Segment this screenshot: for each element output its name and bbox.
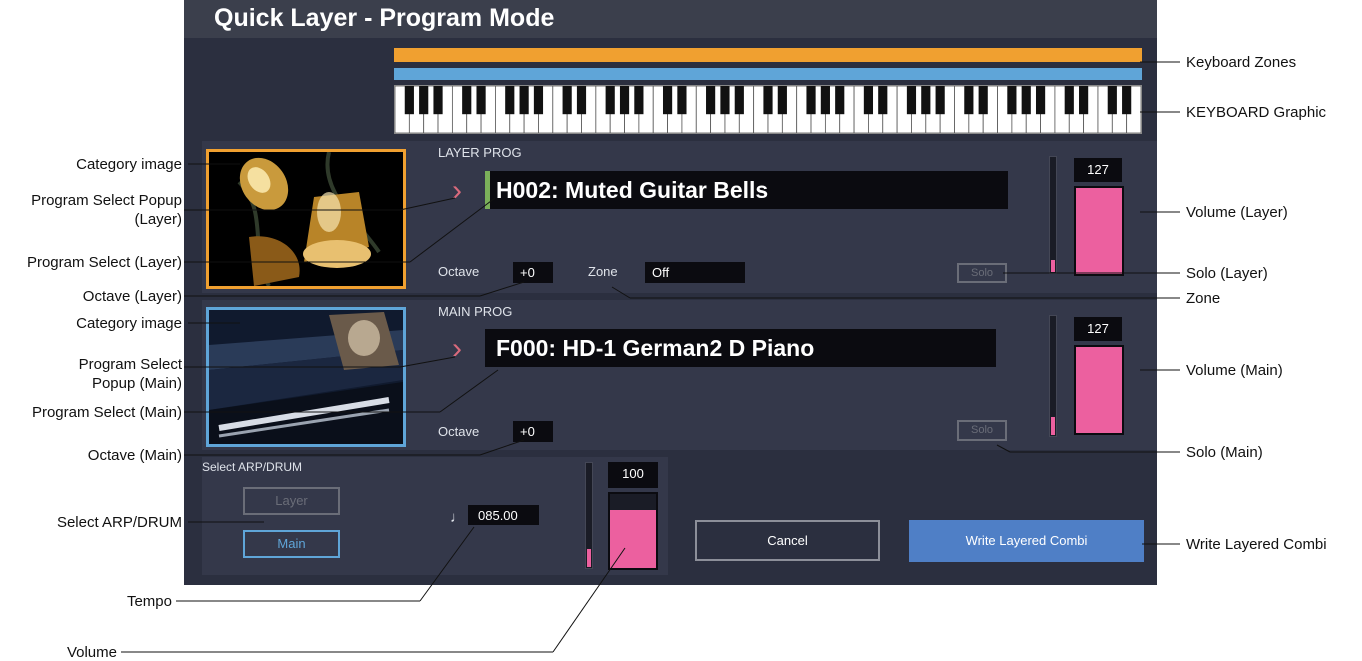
annotation-program-select-popup-main-2: Popup (Main) <box>91 375 182 392</box>
annotation-select-arp-drum: Select ARP/DRUM <box>56 514 182 531</box>
annotation-solo-main: Solo (Main) <box>1186 444 1263 461</box>
annotation-zone: Zone <box>1186 290 1221 307</box>
annotation-keyboard-graphic: KEYBOARD Graphic <box>1186 104 1327 121</box>
annotation-category-image-main: Category image <box>76 315 182 332</box>
annotation-keyboard-zones: Keyboard Zones <box>1186 54 1297 71</box>
annotation-program-select-popup-layer-1: Program Select Popup <box>31 192 182 209</box>
annotation-octave-layer: Octave (Layer) <box>82 288 182 305</box>
annotation-category-image-layer: Category image <box>76 156 182 173</box>
annotation-volume-layer: Volume (Layer) <box>1186 204 1288 221</box>
annotation-write-layered-combi: Write Layered Combi <box>1186 536 1327 553</box>
annotation-tempo: Tempo <box>126 593 172 610</box>
annotation-program-select-popup-layer-2: (Layer) <box>134 211 182 228</box>
annotation-volume-main: Volume (Main) <box>1186 362 1283 379</box>
annotation-octave-main: Octave (Main) <box>87 447 182 464</box>
annotation-program-select-layer: Program Select (Layer) <box>26 254 182 271</box>
annotation-volume: Volume <box>66 644 117 661</box>
annotation-program-select-main: Program Select (Main) <box>31 404 182 421</box>
annotation-program-select-popup-main-1: Program Select <box>78 356 182 373</box>
callout-lines <box>121 61 1180 653</box>
annotation-solo-layer: Solo (Layer) <box>1186 265 1268 282</box>
